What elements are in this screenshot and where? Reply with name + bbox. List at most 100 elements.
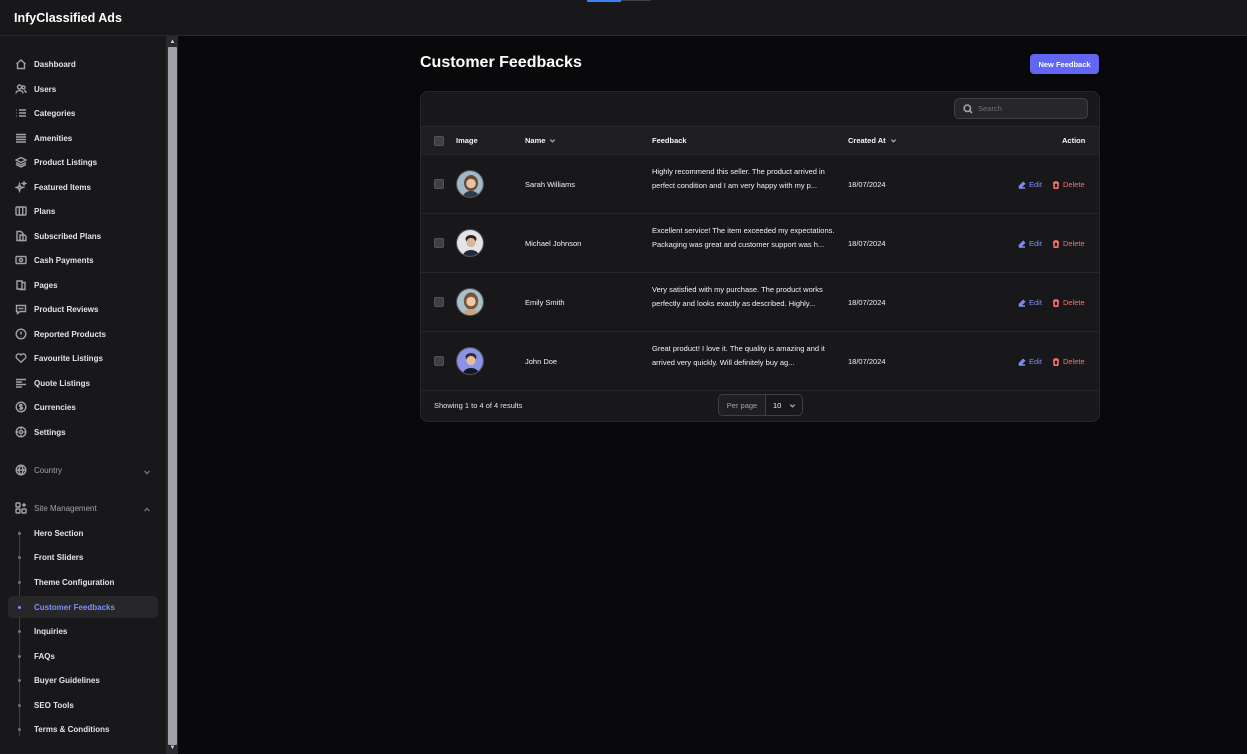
- select-all-checkbox[interactable]: [434, 136, 444, 146]
- table-row: Emily Smith Very satisfied with my purch…: [421, 273, 1099, 332]
- row-created-at: 18/07/2024: [848, 239, 886, 248]
- sidebar-subitem-hero-section[interactable]: Hero Section: [8, 522, 158, 544]
- document-stack-icon: [14, 229, 28, 243]
- sidebar-item-favourite-listings[interactable]: Favourite Listings: [8, 347, 158, 369]
- column-header-image: Image: [456, 136, 478, 145]
- sidebar-item-product-listings[interactable]: Product Listings: [8, 151, 158, 173]
- sidebar-item-reported-products[interactable]: Reported Products: [8, 323, 158, 345]
- scroll-up-arrow-icon[interactable]: ▲: [167, 37, 178, 47]
- sidebar-item-label: Subscribed Plans: [34, 231, 102, 241]
- delete-button[interactable]: Delete: [1052, 298, 1085, 307]
- bullet-dot: [18, 727, 21, 731]
- bullet-dot: [18, 678, 21, 682]
- trash-icon: [1053, 239, 1059, 248]
- sidebar-item-label: Amenities: [34, 133, 73, 143]
- row-name: Sarah Williams: [525, 180, 576, 189]
- page-title: Customer Feedbacks: [420, 54, 582, 71]
- sidebar-subitem-label: Hero Section: [34, 528, 84, 538]
- edit-icon: [1018, 180, 1026, 189]
- sort-chevron-icon: [890, 139, 896, 143]
- search-icon: [963, 103, 973, 114]
- row-checkbox[interactable]: [434, 179, 444, 189]
- sidebar-item-label: Product Listings: [34, 157, 98, 167]
- column-header-created-at[interactable]: Created At: [848, 136, 897, 145]
- edit-icon: [1018, 298, 1026, 307]
- top-loading-indicator: [587, 0, 621, 2]
- sidebar-item-categories[interactable]: Categories: [8, 102, 158, 124]
- sidebar-item-featured-items[interactable]: Featured Items: [8, 176, 158, 198]
- globe-icon: [14, 463, 28, 477]
- per-page-label: Per page: [719, 395, 766, 415]
- sidebar-subitem-label: Customer Feedbacks: [34, 602, 115, 612]
- chevron-down-icon: [790, 403, 796, 408]
- sidebar-subitem-seo-tools[interactable]: SEO Tools: [8, 694, 158, 716]
- top-loading-track: [621, 0, 651, 1]
- per-page-select[interactable]: Per page 10: [718, 394, 803, 416]
- row-created-at: 18/07/2024: [848, 180, 886, 189]
- sidebar-subitem-theme-configuration[interactable]: Theme Configuration: [8, 571, 158, 593]
- row-feedback: Excellent service! The item exceeded my …: [652, 226, 835, 249]
- sidebar-subitem-inquiries[interactable]: Inquiries: [8, 620, 158, 642]
- sort-chevron-icon: [550, 139, 556, 143]
- sidebar-item-settings[interactable]: Settings: [8, 421, 158, 443]
- sidebar-item-label: Site Management: [34, 503, 97, 513]
- sidebar-item-label: Settings: [34, 427, 66, 437]
- sidebar-item-dashboard[interactable]: Dashboard: [8, 53, 158, 75]
- edit-button[interactable]: Edit: [1018, 357, 1042, 366]
- row-checkbox[interactable]: [434, 297, 444, 307]
- trash-icon: [1053, 298, 1059, 307]
- sidebar-item-label: Dashboard: [34, 59, 76, 69]
- avatar: [456, 347, 484, 375]
- sidebar-item-quote-listings[interactable]: Quote Listings: [8, 372, 158, 394]
- sidebar-item-label: Reported Products: [34, 329, 107, 339]
- sidebar-item-subscribed-plans[interactable]: Subscribed Plans: [8, 225, 158, 247]
- sidebar-subitem-front-sliders[interactable]: Front Sliders: [8, 546, 158, 568]
- avatar: [456, 170, 484, 198]
- new-feedback-button[interactable]: New Feedback: [1030, 54, 1099, 74]
- sidebar-item-site-management[interactable]: Site Management: [8, 497, 158, 519]
- users-icon: [14, 82, 28, 96]
- sidebar-item-plans[interactable]: Plans: [8, 200, 158, 222]
- search-box[interactable]: [954, 98, 1088, 119]
- scrollbar-thumb[interactable]: [168, 47, 177, 745]
- sidebar-scrollbar[interactable]: ▲ ▼: [167, 36, 178, 754]
- per-page-value[interactable]: 10: [773, 401, 796, 410]
- row-checkbox[interactable]: [434, 238, 444, 248]
- row-checkbox[interactable]: [434, 356, 444, 366]
- sidebar-item-label: Quote Listings: [34, 378, 90, 388]
- edit-button[interactable]: Edit: [1018, 239, 1042, 248]
- bullet-dot: [18, 555, 21, 559]
- sidebar-subitem-buyer-guidelines[interactable]: Buyer Guidelines: [8, 669, 158, 691]
- sidebar-item-pages[interactable]: Pages: [8, 274, 158, 296]
- bullet-dot: [18, 531, 21, 535]
- sidebar-item-label: Cash Payments: [34, 255, 94, 265]
- scroll-down-arrow-icon[interactable]: ▼: [167, 743, 178, 753]
- row-name: Michael Johnson: [525, 239, 582, 248]
- sidebar-item-users[interactable]: Users: [8, 78, 158, 100]
- delete-button[interactable]: Delete: [1052, 239, 1085, 248]
- heart-icon: [14, 351, 28, 365]
- bullet-dot: [18, 703, 21, 707]
- pages-icon: [14, 278, 28, 292]
- column-header-name[interactable]: Name: [525, 136, 556, 145]
- search-input[interactable]: [978, 104, 1078, 113]
- delete-button[interactable]: Delete: [1052, 357, 1085, 366]
- sidebar-item-label: Users: [34, 84, 57, 94]
- app-title[interactable]: InfyClassified Ads: [14, 11, 122, 25]
- table-header: Image Name Feedback Created At Action: [421, 126, 1099, 155]
- bullet-dot: [18, 580, 21, 584]
- edit-button[interactable]: Edit: [1018, 298, 1042, 307]
- table-row: Michael Johnson Excellent service! The i…: [421, 214, 1099, 273]
- edit-button[interactable]: Edit: [1018, 180, 1042, 189]
- sidebar-subitem-customer-feedbacks[interactable]: Customer Feedbacks: [8, 596, 158, 618]
- sidebar-item-country[interactable]: Country: [8, 459, 158, 481]
- delete-button[interactable]: Delete: [1052, 180, 1085, 189]
- row-feedback: Very satisfied with my purchase. The pro…: [652, 285, 823, 308]
- sidebar-subitem-faqs[interactable]: FAQs: [8, 645, 158, 667]
- row-created-at: 18/07/2024: [848, 357, 886, 366]
- sidebar-item-cash-payments[interactable]: Cash Payments: [8, 249, 158, 271]
- sidebar-item-currencies[interactable]: Currencies: [8, 396, 158, 418]
- sidebar-subitem-terms-conditions[interactable]: Terms & Conditions: [8, 718, 158, 740]
- sidebar-item-product-reviews[interactable]: Product Reviews: [8, 298, 158, 320]
- sidebar-item-amenities[interactable]: Amenities: [8, 127, 158, 149]
